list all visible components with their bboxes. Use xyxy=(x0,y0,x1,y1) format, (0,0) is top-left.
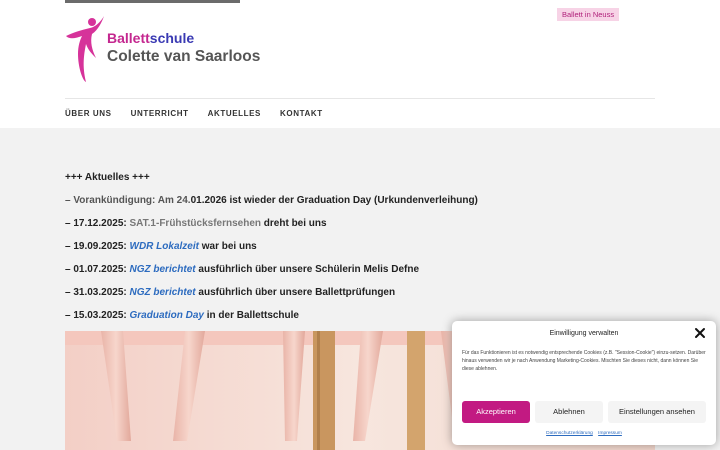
deny-button[interactable]: Ablehnen xyxy=(535,401,603,423)
news-item-text: ist wieder der Graduation Day (Urkundenv… xyxy=(226,195,478,206)
news-section: +++ Aktuelles +++ – Vorankündigung: Am 2… xyxy=(65,172,655,333)
news-item-link[interactable]: NGZ berichtet xyxy=(130,264,196,275)
news-item-prefix: – 31.03.2025: xyxy=(65,287,130,298)
news-item-prefix: – 19.09.2025: xyxy=(65,241,130,252)
news-item: – 01.07.2025: NGZ berichtet ausführlich … xyxy=(65,264,655,287)
news-item-link[interactable]: NGZ berichtet xyxy=(130,287,196,298)
site-header: Ballettschule Colette van Saarloos Balle… xyxy=(0,0,720,128)
cookie-description: Für das Funktionieren ist es notwendig e… xyxy=(462,350,706,372)
news-item: – 31.03.2025: NGZ berichtet ausführlich … xyxy=(65,287,655,310)
header-divider xyxy=(65,98,655,99)
news-item-text: dreht bei uns xyxy=(261,218,327,229)
nav-item-aktuelles[interactable]: AKTUELLES xyxy=(208,109,261,118)
news-item-prefix: – 01.07.2025: xyxy=(65,264,130,275)
imprint-link[interactable]: Impressum xyxy=(598,431,622,436)
nav-item-unterricht[interactable]: UNTERRICHT xyxy=(131,109,189,118)
news-item-link[interactable]: Graduation Day xyxy=(130,310,204,321)
news-item-date: 01.2026 xyxy=(190,195,227,206)
news-item-link[interactable]: WDR Lokalzeit xyxy=(130,241,199,252)
news-item-text: in der Ballettschule xyxy=(203,310,299,321)
settings-button[interactable]: Einstellungen ansehen xyxy=(608,401,706,423)
accept-button[interactable]: Akzeptieren xyxy=(462,401,530,423)
news-heading: +++ Aktuelles +++ xyxy=(65,172,150,183)
news-item-text: ausführlich über unsere Ballettprüfungen xyxy=(195,287,396,298)
news-item: – 19.09.2025: WDR Lokalzeit war bei uns xyxy=(65,241,655,264)
news-item: – Vorankündigung: Am 24.01.2026 ist wied… xyxy=(65,195,655,218)
news-item: – 17.12.2025: SAT.1-Frühstücksfernsehen … xyxy=(65,218,655,241)
top-accent-bar xyxy=(65,0,240,3)
logo-title: Ballettschule xyxy=(107,30,194,46)
news-item-link[interactable]: SAT.1-Frühstücksfernsehen xyxy=(130,218,262,229)
news-item-prefix: – Vorankündigung: Am 24. xyxy=(65,195,191,206)
logo-subtitle: Colette van Saarloos xyxy=(107,48,261,65)
privacy-link[interactable]: Datenschutzerklärung xyxy=(546,431,593,436)
site-logo[interactable]: Ballettschule Colette van Saarloos xyxy=(62,14,260,86)
news-item-prefix: – 17.12.2025: xyxy=(65,218,130,229)
cookie-title: Einwilligung verwalten xyxy=(549,330,619,337)
logo-title-part2: schule xyxy=(149,30,195,46)
main-nav: ÜBER UNS UNTERRICHT AKTUELLES KONTAKT xyxy=(65,109,323,118)
nav-item-ueber-uns[interactable]: ÜBER UNS xyxy=(65,109,112,118)
logo-title-part1: Ballett xyxy=(107,30,150,46)
ballerina-logo-icon xyxy=(66,16,104,82)
cookie-consent-dialog: Einwilligung verwalten Für das Funktioni… xyxy=(452,321,716,445)
nav-item-kontakt[interactable]: KONTAKT xyxy=(280,109,323,118)
page: Ballettschule Colette van Saarloos Balle… xyxy=(0,0,720,450)
cookie-links: Datenschutzerklärung Impressum xyxy=(452,431,716,436)
news-item-prefix: – 15.03.2025: xyxy=(65,310,130,321)
news-item-text: ausführlich über unsere Schülerin Melis … xyxy=(195,264,420,275)
tagline-badge: Ballett in Neuss xyxy=(557,8,620,21)
news-item-text: war bei uns xyxy=(198,241,257,252)
close-icon[interactable] xyxy=(694,327,706,339)
